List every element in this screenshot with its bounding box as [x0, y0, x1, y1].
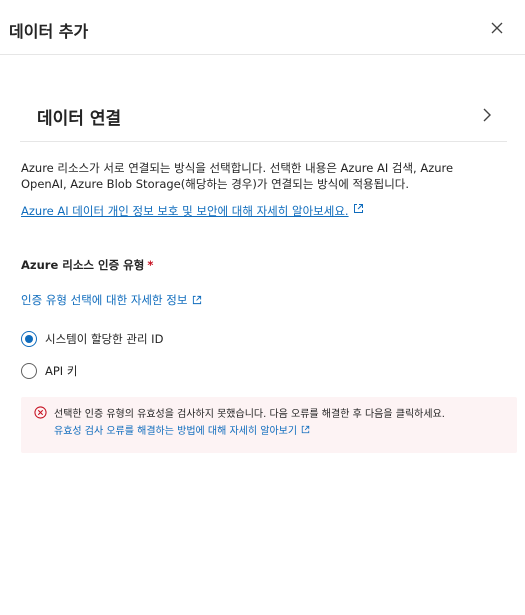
radio-label: API 키 — [45, 364, 78, 378]
privacy-security-link[interactable]: Azure AI 데이터 개인 정보 보호 및 보안에 대해 자세히 알아보세요… — [21, 203, 364, 219]
auth-type-info-link[interactable]: 인증 유형 선택에 대한 자세한 정보 — [21, 292, 202, 308]
privacy-link-label: Azure AI 데이터 개인 정보 보호 및 보안에 대해 자세히 알아보세요… — [21, 204, 349, 218]
external-link-icon — [193, 295, 202, 305]
panel-header: 데이터 추가 — [0, 0, 525, 55]
close-icon — [491, 22, 503, 34]
external-link-icon — [353, 203, 363, 213]
radio-dot — [25, 335, 33, 343]
radio-label: 시스템이 할당한 관리 ID — [45, 332, 164, 346]
auth-info-link-label: 인증 유형 선택에 대한 자세한 정보 — [21, 293, 188, 307]
radio-system-managed-identity[interactable]: 시스템이 할당한 관리 ID — [21, 331, 163, 347]
validation-error-banner: 선택한 인증 유형의 유효성을 검사하지 못했습니다. 다음 오류를 해결한 후… — [21, 397, 517, 453]
radio-button-checked[interactable] — [21, 331, 37, 347]
auth-type-label: Azure 리소스 인증 유형 * — [21, 257, 153, 273]
external-link-icon — [301, 425, 310, 434]
connection-description: Azure 리소스가 서로 연결되는 방식을 선택합니다. 선택한 내용은 Az… — [21, 161, 454, 191]
validation-help-link[interactable]: 유효성 검사 오류를 해결하는 방법에 대해 자세히 알아보기 — [54, 422, 310, 437]
chevron-right-icon — [483, 108, 491, 122]
data-connection-section[interactable]: 데이터 연결 — [20, 90, 507, 142]
section-title: 데이터 연결 — [37, 109, 122, 129]
auth-type-label-text: Azure 리소스 인증 유형 — [21, 258, 145, 272]
expand-section-button[interactable] — [476, 104, 498, 126]
validation-help-link-label: 유효성 검사 오류를 해결하는 방법에 대해 자세히 알아보기 — [54, 426, 298, 437]
radio-api-key[interactable]: API 키 — [21, 363, 77, 379]
close-button[interactable] — [485, 16, 509, 40]
error-circle-icon — [34, 406, 47, 419]
panel-title: 데이터 추가 — [9, 22, 89, 41]
required-indicator: * — [147, 258, 154, 272]
error-message: 선택한 인증 유형의 유효성을 검사하지 못했습니다. 다음 오류를 해결한 후… — [54, 409, 445, 420]
radio-button-unchecked[interactable] — [21, 363, 37, 379]
